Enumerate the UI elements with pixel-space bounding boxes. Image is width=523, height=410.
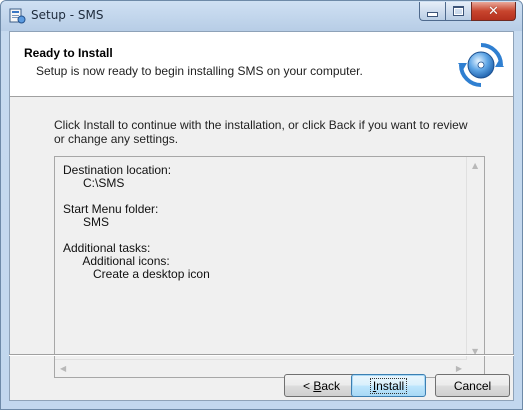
wizard-client-area: Ready to Install Setup is now ready to b…: [9, 31, 514, 401]
scroll-left-icon[interactable]: ◀: [60, 364, 66, 373]
button-separator: [9, 354, 514, 356]
setup-app-icon: [9, 7, 26, 24]
back-button[interactable]: < Back: [284, 374, 359, 397]
wizard-header: Ready to Install Setup is now ready to b…: [10, 32, 513, 97]
maximize-icon: [453, 6, 464, 16]
cancel-button[interactable]: Cancel: [435, 374, 510, 397]
install-button[interactable]: Install: [351, 374, 426, 397]
title-bar[interactable]: Setup - SMS ✕: [1, 1, 522, 31]
settings-summary-memo[interactable]: Destination location: C:\SMS Start Menu …: [54, 156, 485, 378]
page-title: Ready to Install: [24, 46, 113, 60]
scroll-up-icon[interactable]: ▲: [472, 161, 478, 170]
maximize-button[interactable]: [445, 2, 471, 21]
page-subtitle: Setup is now ready to begin installing S…: [36, 64, 363, 78]
vertical-scrollbar[interactable]: ▲ ▼: [466, 157, 484, 360]
settings-summary-text: Destination location: C:\SMS Start Menu …: [63, 163, 210, 281]
close-icon: ✕: [488, 3, 499, 19]
window-title: Setup - SMS: [31, 8, 104, 22]
minimize-icon: [427, 11, 438, 17]
install-button-label: Install: [369, 377, 408, 394]
scroll-right-icon[interactable]: ▶: [456, 364, 462, 373]
instructions-text: Click Install to continue with the insta…: [54, 118, 468, 146]
back-button-label: < Back: [302, 378, 341, 393]
cancel-button-label: Cancel: [453, 378, 492, 393]
caption-buttons: ✕: [419, 2, 516, 21]
install-disc-icon: [458, 42, 504, 88]
close-button[interactable]: ✕: [471, 2, 516, 21]
setup-window: Setup - SMS ✕ Ready to Install Setup is …: [0, 0, 523, 410]
minimize-button[interactable]: [419, 2, 445, 21]
